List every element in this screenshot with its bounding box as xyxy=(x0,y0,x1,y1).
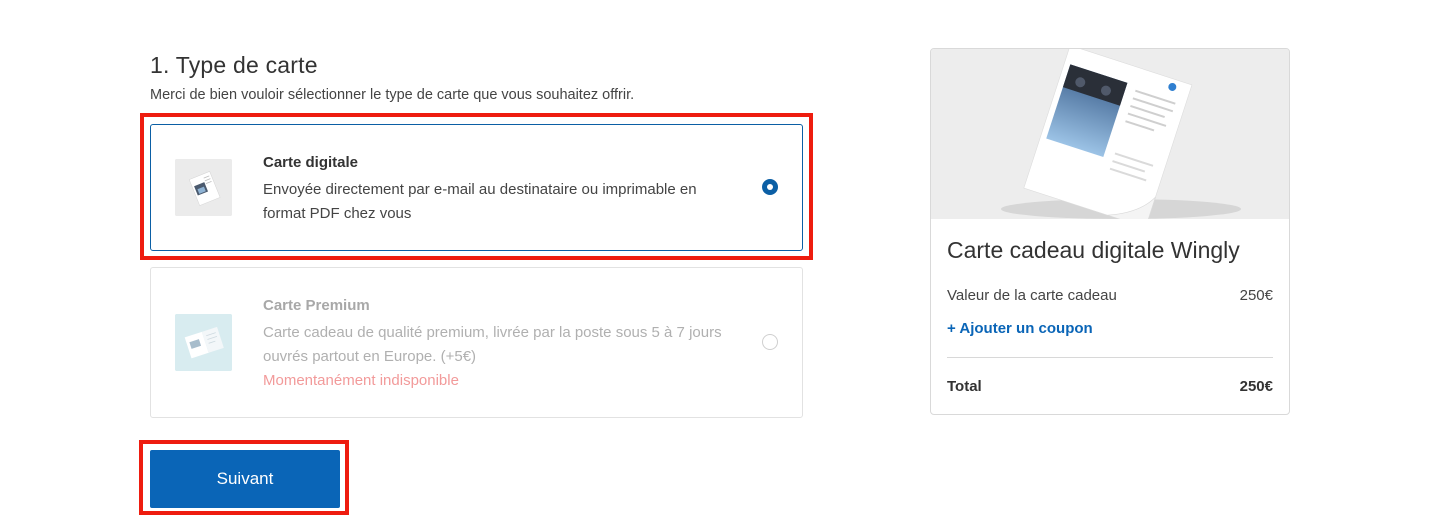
divider xyxy=(947,357,1273,358)
premium-card-thumbnail xyxy=(175,314,232,371)
radio-unselected-icon[interactable] xyxy=(762,334,778,350)
gift-card-preview-image xyxy=(931,49,1289,219)
highlight-box-next-button xyxy=(139,440,349,515)
option-description: Carte cadeau de qualité premium, livrée … xyxy=(263,324,722,365)
option-premium-card[interactable]: Carte Premium Carte cadeau de qualité pr… xyxy=(150,267,803,418)
add-coupon-link[interactable]: + Ajouter un coupon xyxy=(947,320,1093,337)
section-title: 1. Type de carte xyxy=(150,52,318,78)
summary-title: Carte cadeau digitale Wingly xyxy=(947,237,1240,263)
section-subtitle: Merci de bien vouloir sélectionner le ty… xyxy=(150,87,635,103)
card-value-amount: 250€ xyxy=(1239,287,1273,304)
order-summary-card: Carte cadeau digitale Wingly Valeur de l… xyxy=(930,48,1290,415)
total-amount: 250€ xyxy=(1239,378,1273,395)
option-title: Carte Premium xyxy=(263,297,370,314)
total-label: Total xyxy=(947,378,982,395)
highlight-box-selected-option xyxy=(140,113,813,260)
unavailable-label: Momentanément indisponible xyxy=(263,372,459,389)
card-value-label: Valeur de la carte cadeau xyxy=(947,287,1117,304)
